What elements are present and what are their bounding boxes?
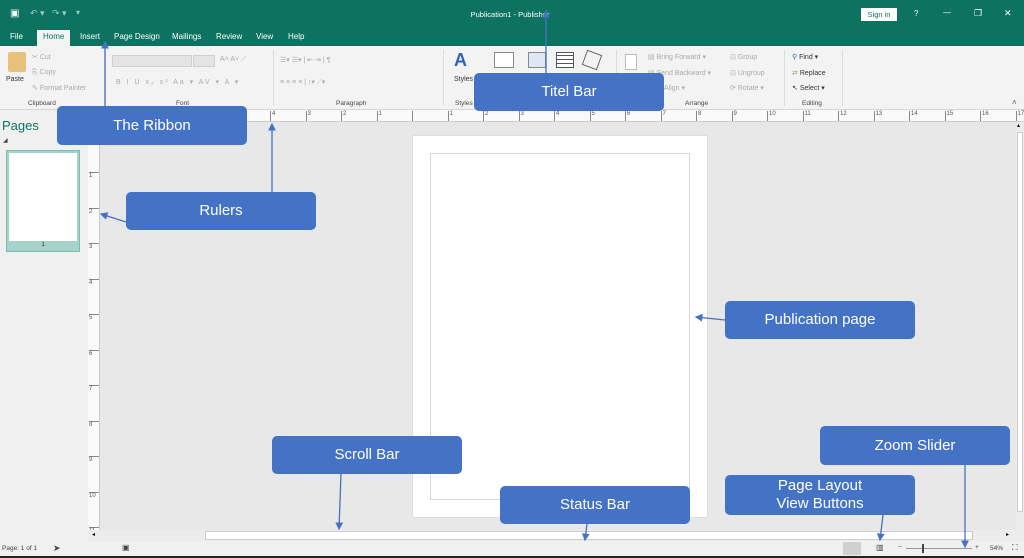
callout-status-bar: Status Bar — [500, 486, 690, 524]
callout-title-bar: Titel Bar — [474, 73, 664, 111]
callout-zoom-slider: Zoom Slider — [820, 426, 1010, 465]
view-buttons-arrow — [876, 514, 885, 542]
callout-view-buttons: Page Layout View Buttons — [725, 475, 915, 515]
callout-rulers: Rulers — [126, 192, 316, 230]
rulers-arrow-vertical — [99, 212, 127, 223]
callout-scroll-bar: Scroll Bar — [272, 436, 462, 474]
callout-publication-page: Publication page — [725, 301, 915, 339]
status-bar-arrow — [581, 523, 590, 542]
callout-ribbon: The Ribbon — [57, 106, 247, 145]
publication-page-arrow — [694, 313, 726, 322]
scroll-bar-arrow — [335, 473, 344, 531]
